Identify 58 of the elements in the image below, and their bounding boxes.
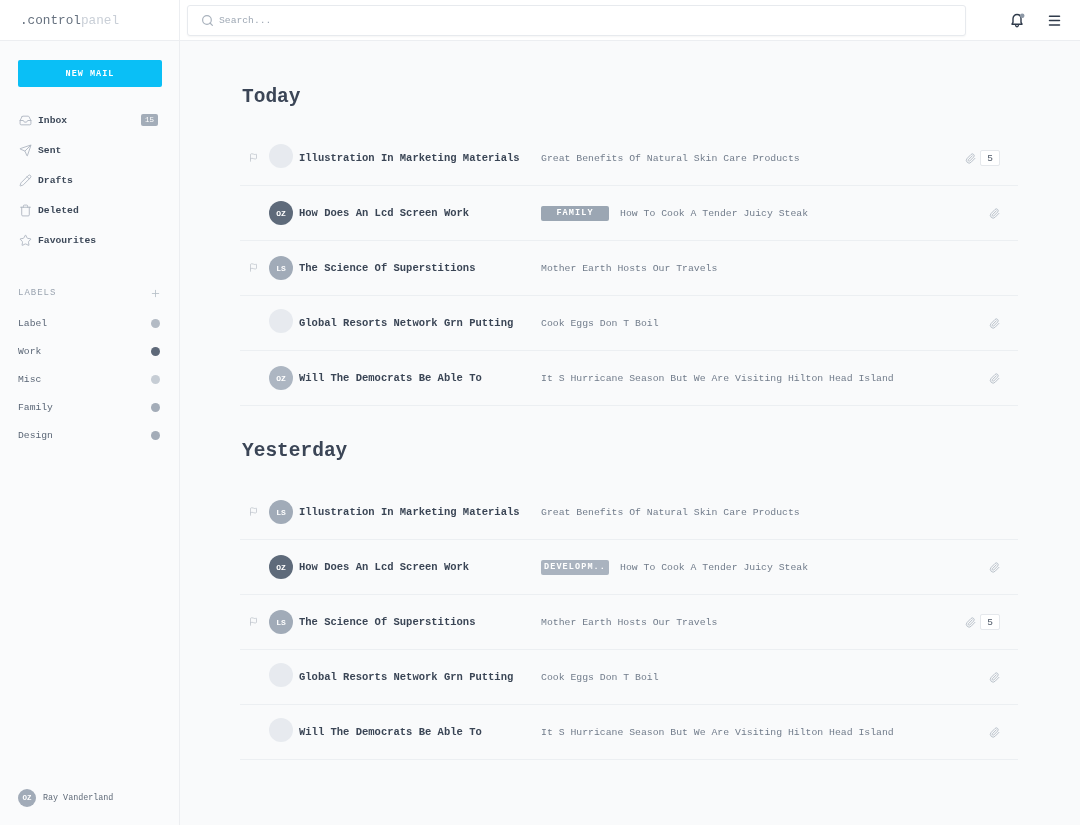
message-subject[interactable]: How Does An Lcd Screen Work	[299, 561, 541, 573]
trash-icon	[19, 203, 32, 217]
label-link[interactable]: Misc	[18, 373, 42, 385]
tray-icon	[19, 113, 32, 127]
avatar: LS	[269, 610, 293, 634]
label-tag: FAMILY	[541, 205, 609, 221]
pencil-icon	[19, 173, 32, 187]
message-subject[interactable]: Will The Democrats Be Able To	[299, 726, 541, 738]
message-subject[interactable]: Illustration In Marketing Materials	[299, 152, 541, 164]
message-subject[interactable]: The Science Of Superstitions	[299, 262, 541, 274]
star-icon	[19, 233, 32, 247]
message-preview: Mother Earth Hosts Our Travels	[541, 262, 718, 274]
search-icon	[201, 13, 214, 27]
message-preview: Cook Eggs Don T Boil	[541, 317, 659, 329]
label-link[interactable]: Design	[18, 429, 53, 441]
message-preview: Mother Earth Hosts Our Travels	[541, 616, 718, 628]
bell-icon[interactable]	[1011, 12, 1025, 28]
attachment-count: 5	[980, 150, 1000, 166]
avatar: OZ	[269, 555, 293, 579]
message-subject[interactable]: Global Resorts Network Grn Putting	[299, 317, 541, 329]
message-preview: It S Hurricane Season But We Are Visiting Hilton Head Island	[541, 726, 894, 738]
nav-link[interactable]: Drafts	[38, 174, 73, 186]
message-subject[interactable]: The Science Of Superstitions	[299, 616, 541, 628]
nav-link[interactable]: Inbox	[38, 114, 68, 126]
section-heading: LABELS	[18, 288, 57, 298]
label-link[interactable]: Label	[18, 317, 48, 329]
message-subject[interactable]: Global Resorts Network Grn Putting	[299, 671, 541, 683]
flag-icon[interactable]	[249, 617, 258, 626]
message-preview: How To Cook A Tender Juicy Steak	[620, 207, 809, 219]
label-tag: DEVELOPM..	[541, 559, 609, 575]
message-preview: It S Hurricane Season But We Are Visiting Hilton Head Island	[541, 372, 894, 384]
message-subject[interactable]: Illustration In Marketing Materials	[299, 506, 541, 518]
message-preview: Great Benefits Of Natural Skin Care Products	[541, 506, 800, 518]
menu-icon[interactable]	[1047, 12, 1062, 28]
label-link[interactable]: Work	[18, 345, 42, 357]
flag-icon[interactable]	[249, 263, 258, 272]
plus-icon[interactable]	[150, 287, 161, 299]
message-preview: How To Cook A Tender Juicy Steak	[620, 561, 809, 573]
user-name: Ray Vanderland	[43, 793, 114, 803]
flag-icon[interactable]	[249, 507, 258, 516]
avatar: OZ	[269, 366, 293, 390]
section-title: Yesterday	[242, 439, 349, 463]
flag-icon[interactable]	[249, 153, 258, 162]
avatar: LS	[269, 500, 293, 524]
nav-link[interactable]: Favourites	[38, 234, 97, 246]
message-subject[interactable]: Will The Democrats Be Able To	[299, 372, 541, 384]
message-preview: Cook Eggs Don T Boil	[541, 671, 659, 683]
attachment-count: 5	[980, 614, 1000, 630]
avatar: LS	[269, 256, 293, 280]
search-field[interactable]: Search...	[187, 4, 966, 36]
message-subject[interactable]: How Does An Lcd Screen Work	[299, 207, 541, 219]
avatar: OZ	[269, 201, 293, 225]
label-link[interactable]: Family	[18, 401, 53, 413]
nav-link[interactable]: Deleted	[38, 204, 79, 216]
paper-plane-icon	[19, 143, 32, 157]
message-preview: Great Benefits Of Natural Skin Care Products	[541, 152, 800, 164]
nav-link[interactable]: Sent	[38, 144, 62, 156]
section-title: Today	[242, 85, 302, 109]
